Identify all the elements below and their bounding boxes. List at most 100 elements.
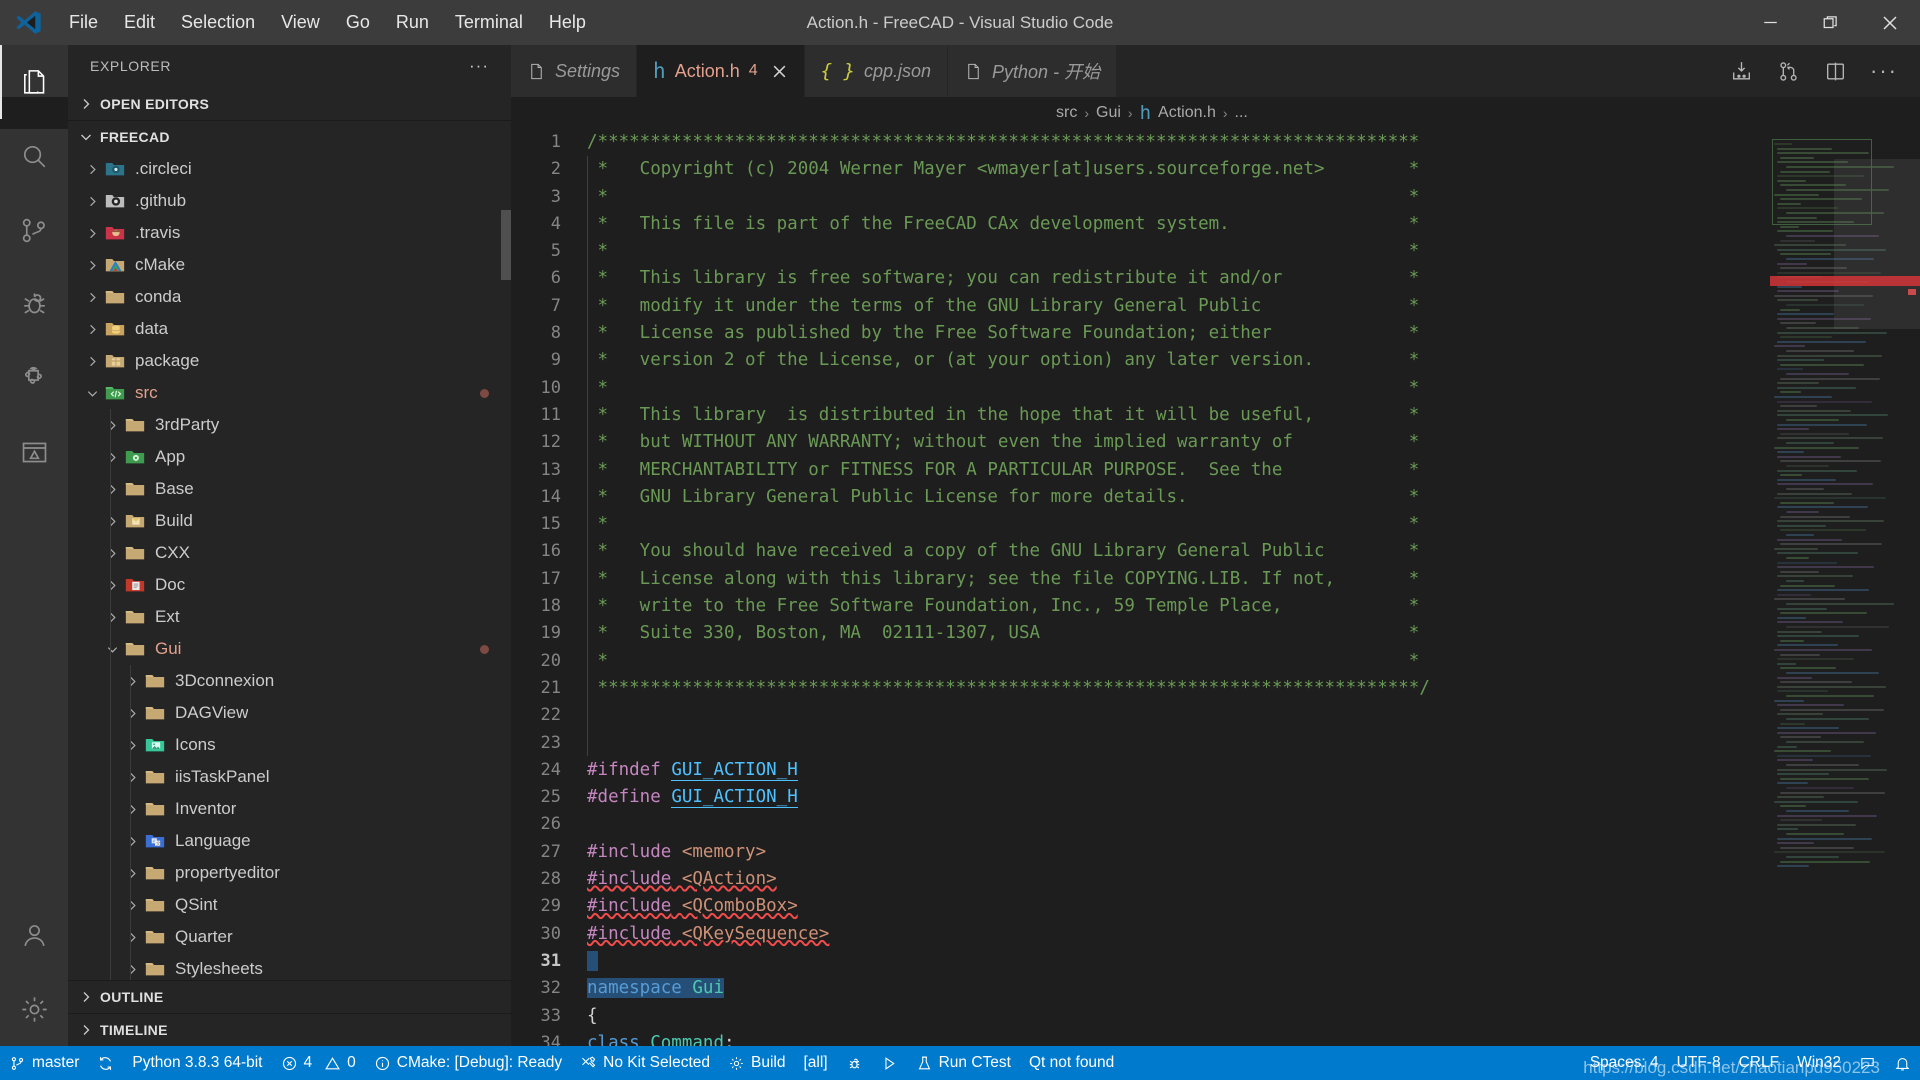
section-workspace[interactable]: FREECAD bbox=[68, 120, 511, 153]
menu-terminal[interactable]: Terminal bbox=[442, 8, 536, 37]
tree-item-build[interactable]: Build bbox=[68, 505, 511, 537]
tree-item-src[interactable]: src bbox=[68, 377, 511, 409]
tree-item-gui[interactable]: Gui bbox=[68, 633, 511, 665]
tree-item-3rdparty[interactable]: 3rdParty bbox=[68, 409, 511, 441]
activity-extensions[interactable] bbox=[0, 341, 68, 415]
menu-view[interactable]: View bbox=[268, 8, 333, 37]
breadcrumb-separator-icon: › bbox=[1128, 105, 1133, 121]
status-cmake-debug[interactable] bbox=[837, 1046, 872, 1080]
minimap-line bbox=[1780, 778, 1869, 780]
restore-button[interactable] bbox=[1800, 0, 1860, 45]
breadcrumb-file[interactable]: Action.h bbox=[1158, 104, 1216, 122]
tree-item-3dconnexion[interactable]: 3Dconnexion bbox=[68, 665, 511, 697]
tree-item-qsint[interactable]: QSint bbox=[68, 889, 511, 921]
status-cmake[interactable]: CMake: [Debug]: Ready bbox=[365, 1046, 571, 1080]
tab-close-icon[interactable] bbox=[771, 63, 788, 80]
tree-item-inventor[interactable]: Inventor bbox=[68, 793, 511, 825]
minimize-button[interactable] bbox=[1740, 0, 1800, 45]
tree-item--github[interactable]: .github bbox=[68, 185, 511, 217]
tree-item-label: DAGView bbox=[175, 703, 248, 723]
tab-settings[interactable]: Settings bbox=[511, 45, 637, 97]
tab-action-h[interactable]: hAction.h4 bbox=[637, 45, 805, 97]
split-branch-icon[interactable] bbox=[1776, 59, 1801, 84]
code-surface[interactable]: /***************************************… bbox=[575, 129, 1770, 1046]
breadcrumb-gui[interactable]: Gui bbox=[1096, 104, 1121, 122]
status-encoding[interactable]: UTF-8 bbox=[1668, 1046, 1730, 1080]
menu-selection[interactable]: Selection bbox=[168, 8, 268, 37]
tree-item-data[interactable]: data bbox=[68, 313, 511, 345]
status-cmake-target[interactable]: [all] bbox=[794, 1046, 836, 1080]
close-button[interactable] bbox=[1860, 0, 1920, 45]
status-cmake-build[interactable]: Build bbox=[719, 1046, 794, 1080]
section-outline[interactable]: OUTLINE bbox=[68, 980, 511, 1013]
menu-file[interactable]: File bbox=[56, 8, 111, 37]
minimap-line bbox=[1780, 847, 1854, 849]
activity-source-control[interactable] bbox=[0, 193, 68, 267]
activity-search[interactable] bbox=[0, 119, 68, 193]
activity-settings[interactable] bbox=[0, 972, 68, 1046]
menu-run[interactable]: Run bbox=[383, 8, 442, 37]
source-code[interactable]: /***************************************… bbox=[575, 129, 1770, 1046]
open-changes-icon[interactable] bbox=[1729, 59, 1754, 84]
status-python-interpreter[interactable]: Python 3.8.3 64-bit bbox=[123, 1046, 271, 1080]
tree-item-doc[interactable]: Doc bbox=[68, 569, 511, 601]
status-language-mode[interactable]: Win32 bbox=[1788, 1046, 1850, 1080]
tree-item-icons[interactable]: Icons bbox=[68, 729, 511, 761]
section-open-editors[interactable]: OPEN EDITORS bbox=[68, 87, 511, 120]
tree-item-package[interactable]: package bbox=[68, 345, 511, 377]
line-number: 14 bbox=[511, 484, 561, 511]
activity-debug[interactable] bbox=[0, 267, 68, 341]
status-feedback[interactable] bbox=[1850, 1046, 1885, 1080]
menu-go[interactable]: Go bbox=[333, 8, 383, 37]
status-notifications[interactable] bbox=[1885, 1046, 1920, 1080]
svg-text:文: 文 bbox=[156, 840, 161, 847]
tree-item-base[interactable]: Base bbox=[68, 473, 511, 505]
activity-explorer[interactable] bbox=[0, 45, 68, 119]
activity-accounts[interactable] bbox=[0, 898, 68, 972]
minimap-viewport-slider[interactable] bbox=[1834, 159, 1920, 329]
tree-item--travis[interactable]: .travis bbox=[68, 217, 511, 249]
menu-edit[interactable]: Edit bbox=[111, 8, 168, 37]
tree-item-conda[interactable]: conda bbox=[68, 281, 511, 313]
tree-item-language[interactable]: A文Language bbox=[68, 825, 511, 857]
minimap-line bbox=[1786, 557, 1809, 559]
code-editor[interactable]: 1234567891011121314151617181920212223242… bbox=[511, 129, 1920, 1046]
breadcrumb-symbols[interactable]: ... bbox=[1235, 104, 1248, 122]
status-cmake-kit[interactable]: No Kit Selected bbox=[571, 1046, 719, 1080]
status-qt[interactable]: Qt not found bbox=[1020, 1046, 1123, 1080]
tree-item-ext[interactable]: Ext bbox=[68, 601, 511, 633]
tree-item-cxx[interactable]: CXX bbox=[68, 537, 511, 569]
line-number: 29 bbox=[511, 893, 561, 920]
minimap[interactable] bbox=[1770, 129, 1920, 1046]
activity-cmake[interactable] bbox=[0, 415, 68, 489]
more-actions-icon[interactable]: ··· bbox=[1870, 66, 1898, 76]
tree-item-quarter[interactable]: Quarter bbox=[68, 921, 511, 953]
tree-item-app[interactable]: App bbox=[68, 441, 511, 473]
sidebar-scrollbar[interactable] bbox=[501, 210, 511, 280]
breadcrumb-src[interactable]: src bbox=[1056, 104, 1077, 122]
status-branch[interactable]: master bbox=[0, 1046, 88, 1080]
sidebar-more-icon[interactable]: ··· bbox=[469, 56, 489, 76]
tree-item-cmake[interactable]: cMake bbox=[68, 249, 511, 281]
status-run-ctest[interactable]: Run CTest bbox=[907, 1046, 1020, 1080]
split-editor-icon[interactable] bbox=[1823, 59, 1848, 84]
status-eol[interactable]: CRLF bbox=[1730, 1046, 1788, 1080]
tree-item-iistaskpanel[interactable]: iisTaskPanel bbox=[68, 761, 511, 793]
status-cmake-run[interactable] bbox=[872, 1046, 907, 1080]
minimap-line bbox=[1777, 493, 1852, 495]
status-sync[interactable] bbox=[88, 1046, 123, 1080]
tab-python-[interactable]: Python - 开始 bbox=[948, 45, 1117, 97]
section-timeline[interactable]: TIMELINE bbox=[68, 1013, 511, 1046]
tree-item-propertyeditor[interactable]: propertyeditor bbox=[68, 857, 511, 889]
status-problems[interactable]: 4 0 bbox=[272, 1046, 365, 1080]
tree-item-stylesheets[interactable]: Stylesheets bbox=[68, 953, 511, 980]
menu-help[interactable]: Help bbox=[536, 8, 599, 37]
minimap-line bbox=[1777, 713, 1823, 715]
status-indentation[interactable]: Spaces: 4 bbox=[1581, 1046, 1668, 1080]
tree-item--circleci[interactable]: .circleci bbox=[68, 153, 511, 185]
tree-item-dagview[interactable]: DAGView bbox=[68, 697, 511, 729]
minimap-line bbox=[1777, 704, 1844, 706]
file-tree[interactable]: .circleci.github.traviscMake condadatapa… bbox=[68, 153, 511, 980]
tab-cpp-json[interactable]: { }cpp.json bbox=[805, 45, 948, 97]
tree-item-label: QSint bbox=[175, 895, 218, 915]
